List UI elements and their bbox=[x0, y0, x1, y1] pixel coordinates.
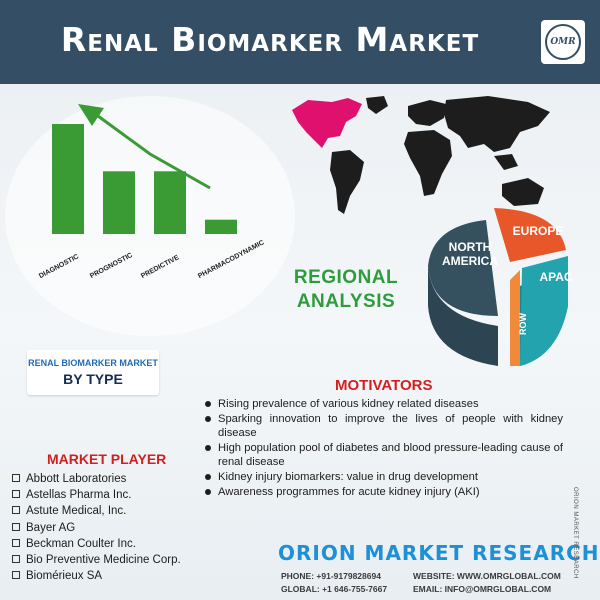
market-player-list: Abbott Laboratories Astellas Pharma Inc.… bbox=[12, 471, 181, 584]
market-player-title: MARKET PLAYER bbox=[47, 451, 167, 467]
map-south-america bbox=[330, 150, 364, 214]
type-caption-line2: BY TYPE bbox=[63, 371, 123, 387]
player-name: Astellas Pharma Inc. bbox=[26, 489, 132, 502]
trend-arrow-head bbox=[78, 104, 104, 126]
player-item: Astute Medical, Inc. bbox=[12, 503, 181, 519]
player-name: Bayer AG bbox=[26, 521, 76, 534]
contact-phone: PHONE: +91-9179828694 bbox=[281, 571, 381, 581]
brand-name: ORION MARKET RESEARCH bbox=[278, 541, 600, 565]
player-name: Astute Medical, Inc. bbox=[26, 505, 127, 518]
map-australia bbox=[502, 178, 544, 206]
map-greenland bbox=[366, 96, 388, 114]
checkbox-icon bbox=[12, 474, 20, 482]
player-item: Biomérieux SA bbox=[12, 568, 181, 584]
contact-global: GLOBAL: +1 646-755-7667 bbox=[281, 584, 388, 594]
region-name-north: NORTH bbox=[448, 240, 492, 254]
player-name: Bio Preventive Medicine Corp. bbox=[26, 554, 181, 567]
motivator-item: Sparking innovation to improve the lives… bbox=[203, 412, 563, 440]
motivators-list: Rising prevalence of various kidney rela… bbox=[203, 397, 563, 500]
map-north-america bbox=[292, 98, 362, 148]
contact-email: EMAIL: INFO@OMRGLOBAL.COM bbox=[413, 584, 552, 594]
omr-logo: OMR bbox=[541, 20, 585, 64]
side-watermark-text: ORION MARKET RESEARCH bbox=[572, 487, 578, 579]
map-africa bbox=[404, 130, 452, 196]
regional-title-line2: ANALYSIS bbox=[296, 291, 396, 312]
contact-website: WEBSITE: WWW.OMRGLOBAL.COM bbox=[413, 571, 561, 581]
logo-mark: OMR bbox=[545, 24, 581, 60]
world-map bbox=[292, 96, 550, 214]
motivator-item: Awareness programmes for acute kidney in… bbox=[203, 485, 563, 499]
region-label-apac: APAC bbox=[536, 270, 576, 284]
map-europe bbox=[408, 100, 446, 126]
map-asia bbox=[444, 96, 550, 152]
player-item: Beckman Coulter Inc. bbox=[12, 536, 181, 552]
checkbox-icon bbox=[12, 571, 20, 580]
checkbox-icon bbox=[12, 538, 20, 547]
header-banner: Renal Biomarker Market OMR bbox=[0, 0, 600, 84]
player-name: Biomérieux SA bbox=[26, 570, 103, 583]
region-label-europe: EUROPE bbox=[510, 224, 566, 238]
regional-analysis-title: REGIONAL ANALYSIS bbox=[286, 266, 406, 314]
bar-predictive bbox=[154, 171, 186, 234]
region-name-america: AMERICA bbox=[442, 254, 498, 268]
map-southeast-asia bbox=[494, 154, 518, 170]
motivator-item: Kidney injury biomarkers: value in drug … bbox=[203, 470, 563, 484]
player-item: Bio Preventive Medicine Corp. bbox=[12, 552, 181, 568]
region-name-apac: APAC bbox=[539, 270, 573, 284]
motivators-title: MOTIVATORS bbox=[335, 377, 433, 394]
region-name-row: ROW bbox=[518, 313, 528, 335]
region-name-europe: EUROPE bbox=[512, 224, 564, 238]
bar-pharmacodynamic bbox=[205, 219, 237, 234]
bar-diagnostic bbox=[52, 124, 84, 234]
checkbox-icon bbox=[12, 490, 20, 499]
regional-title-line1: REGIONAL bbox=[293, 267, 399, 288]
checkbox-icon bbox=[12, 506, 20, 515]
checkbox-icon bbox=[12, 555, 20, 564]
bar-prognostic bbox=[103, 171, 135, 234]
type-caption-box: RENAL BIOMARKER MARKET BY TYPE bbox=[27, 350, 159, 395]
player-item: Astellas Pharma Inc. bbox=[12, 487, 181, 503]
motivator-item: Rising prevalence of various kidney rela… bbox=[203, 397, 563, 411]
type-chart bbox=[52, 104, 237, 234]
motivator-item: High population pool of diabetes and blo… bbox=[203, 441, 563, 469]
player-item: Bayer AG bbox=[12, 520, 181, 536]
player-name: Beckman Coulter Inc. bbox=[26, 537, 136, 550]
player-name: Abbott Laboratories bbox=[26, 473, 127, 485]
region-label-north-america: NORTH AMERICA bbox=[440, 240, 500, 268]
type-caption-line1: RENAL BIOMARKER MARKET bbox=[28, 358, 158, 368]
region-label-row: ROW bbox=[516, 313, 530, 335]
page-title: Renal Biomarker Market bbox=[60, 20, 480, 59]
player-item: Abbott Laboratories bbox=[12, 471, 181, 487]
checkbox-icon bbox=[12, 522, 20, 531]
